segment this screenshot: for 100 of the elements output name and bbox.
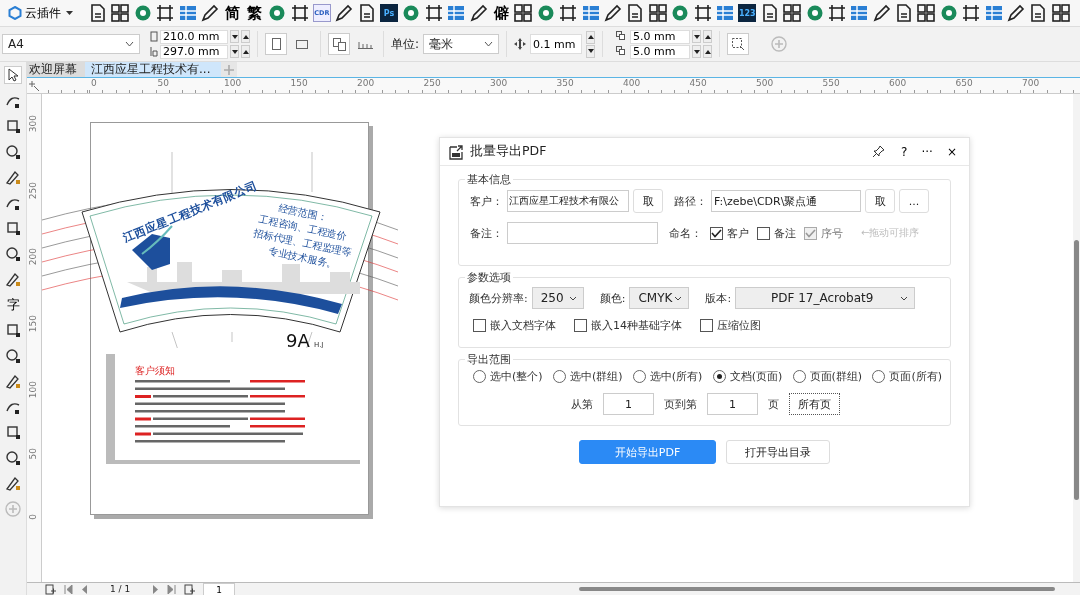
rectangle-icon[interactable] xyxy=(5,220,21,236)
pointer-icon[interactable] xyxy=(5,67,21,83)
checkbox[interactable] xyxy=(757,226,770,240)
decrease-button[interactable] xyxy=(692,45,702,58)
customer-field[interactable]: 江西应星工程技术有限公 xyxy=(507,190,629,212)
circle-icon[interactable] xyxy=(805,4,824,22)
zoom-icon[interactable] xyxy=(5,143,21,160)
toolbar-badge-button[interactable]: 123 xyxy=(738,4,757,22)
increase-button[interactable] xyxy=(241,45,250,58)
unit-select[interactable]: 毫米 xyxy=(423,34,500,54)
range-radio-button[interactable]: 文档(页面) xyxy=(712,369,783,384)
previous-page-icon[interactable] xyxy=(81,584,88,594)
checkbox[interactable] xyxy=(473,319,486,332)
add-page-icon[interactable] xyxy=(45,583,56,595)
naming-checkbox[interactable]: 备注 xyxy=(757,225,796,241)
frame-icon[interactable] xyxy=(827,4,846,22)
document-tab[interactable]: 江西应星工程技术有... xyxy=(85,62,221,77)
range-radio-button[interactable]: 选中(所有) xyxy=(632,369,703,384)
pencil-icon[interactable] xyxy=(469,4,488,22)
decrease-button[interactable] xyxy=(586,44,596,58)
circle-icon[interactable] xyxy=(133,4,152,22)
decrease-button[interactable] xyxy=(230,30,239,43)
radio[interactable] xyxy=(473,370,486,383)
nudge-distance-field[interactable]: 0.1 mm xyxy=(530,34,583,54)
radio[interactable] xyxy=(872,370,886,383)
circle-icon[interactable] xyxy=(268,4,287,22)
pin-icon[interactable] xyxy=(872,145,886,158)
increase-button[interactable] xyxy=(703,45,713,58)
ruler-origin-icon[interactable] xyxy=(29,80,39,91)
frame-icon[interactable] xyxy=(962,4,981,22)
resolution-select[interactable]: 250 xyxy=(531,287,584,309)
grid-icon[interactable] xyxy=(648,4,667,22)
duplicate-x-field[interactable]: 5.0 mm xyxy=(630,29,691,44)
all-pages-button[interactable] xyxy=(328,33,350,55)
plugin-menu-button[interactable]: 云插件 xyxy=(4,4,77,22)
last-page-icon[interactable] xyxy=(167,584,177,594)
range-radio-button[interactable]: 选中(整个) xyxy=(473,369,543,384)
increase-button[interactable] xyxy=(586,30,596,44)
next-page-icon[interactable] xyxy=(152,584,160,594)
path-field[interactable]: F:\zebe\CDR\聚点通 xyxy=(711,190,861,212)
pick-button[interactable]: 取 xyxy=(633,189,663,213)
document-icon[interactable] xyxy=(895,4,914,22)
all-pages-button[interactable]: 所有页 xyxy=(789,393,840,415)
increase-button[interactable] xyxy=(703,30,713,43)
color-mode-select[interactable]: CMYK xyxy=(629,287,690,309)
portrait-button[interactable] xyxy=(265,33,287,55)
ellipse-icon[interactable] xyxy=(5,245,21,262)
table-icon[interactable] xyxy=(984,4,1003,22)
option-checkbox[interactable]: 嵌入14种基础字体 xyxy=(574,318,682,333)
range-radio-button[interactable]: 页面(所有) xyxy=(872,369,942,384)
checkbox[interactable] xyxy=(700,319,713,332)
open-folder-button[interactable]: 打开导出目录 xyxy=(726,440,830,464)
grid-icon[interactable] xyxy=(111,4,130,22)
table-icon[interactable] xyxy=(715,4,734,22)
range-radio-button[interactable]: 选中(群组) xyxy=(552,369,623,384)
range-radio-button[interactable]: 页面(群组) xyxy=(792,369,863,384)
add-page-icon[interactable] xyxy=(184,583,196,595)
pencil-icon[interactable] xyxy=(872,4,891,22)
title-bar-button[interactable]: ? xyxy=(897,144,912,159)
decrease-button[interactable] xyxy=(692,30,702,43)
document-icon[interactable] xyxy=(760,4,779,22)
circle-icon[interactable] xyxy=(536,4,555,22)
browse-button[interactable]: ... xyxy=(899,189,929,213)
document-icon[interactable] xyxy=(357,4,376,22)
document-icon[interactable] xyxy=(626,4,645,22)
page-size-select[interactable]: A4 xyxy=(2,34,140,54)
text-tool-button[interactable]: 字 xyxy=(5,296,21,313)
checkbox[interactable] xyxy=(710,226,723,240)
title-bar-button[interactable]: × xyxy=(942,144,961,159)
title-bar-button[interactable]: ··· xyxy=(917,144,937,159)
checkbox[interactable] xyxy=(574,319,587,332)
frame-icon[interactable] xyxy=(156,4,175,22)
option-checkbox[interactable]: 嵌入文档字体 xyxy=(473,318,556,333)
option-checkbox[interactable]: 压缩位图 xyxy=(700,318,761,333)
page-tab[interactable]: 1 xyxy=(203,583,235,595)
first-page-icon[interactable] xyxy=(64,584,73,594)
frame-icon[interactable] xyxy=(290,4,309,22)
pdf-version-select[interactable]: PDF 17_Acrobat9 xyxy=(735,287,916,309)
frame-icon[interactable] xyxy=(693,4,712,22)
from-page-field[interactable]: 1 xyxy=(603,393,654,415)
radio[interactable] xyxy=(712,370,726,383)
circle-icon[interactable] xyxy=(939,4,958,22)
circle-icon[interactable] xyxy=(671,4,690,22)
pencil-icon[interactable] xyxy=(200,4,219,22)
note-field[interactable] xyxy=(507,222,658,244)
document-icon[interactable] xyxy=(1029,4,1048,22)
document-icon[interactable] xyxy=(89,4,107,22)
table-icon[interactable] xyxy=(850,4,869,22)
to-page-field[interactable]: 1 xyxy=(707,393,758,415)
duplicate-y-field[interactable]: 5.0 mm xyxy=(630,44,691,59)
horizontal-scrollbar-thumb[interactable] xyxy=(578,586,1055,591)
pick-button[interactable]: 取 xyxy=(865,189,895,213)
toolbar-glyph-button[interactable]: 简 xyxy=(223,4,242,22)
radio[interactable] xyxy=(552,370,566,383)
grid-icon[interactable] xyxy=(1051,4,1070,22)
document-tab[interactable]: 欢迎屏幕 xyxy=(27,62,85,77)
pencil-icon[interactable] xyxy=(335,4,354,22)
toolbar-glyph-button[interactable]: 僻 xyxy=(492,4,511,22)
toolbar-glyph-button[interactable]: 繁 xyxy=(245,4,264,22)
radio[interactable] xyxy=(792,370,806,383)
